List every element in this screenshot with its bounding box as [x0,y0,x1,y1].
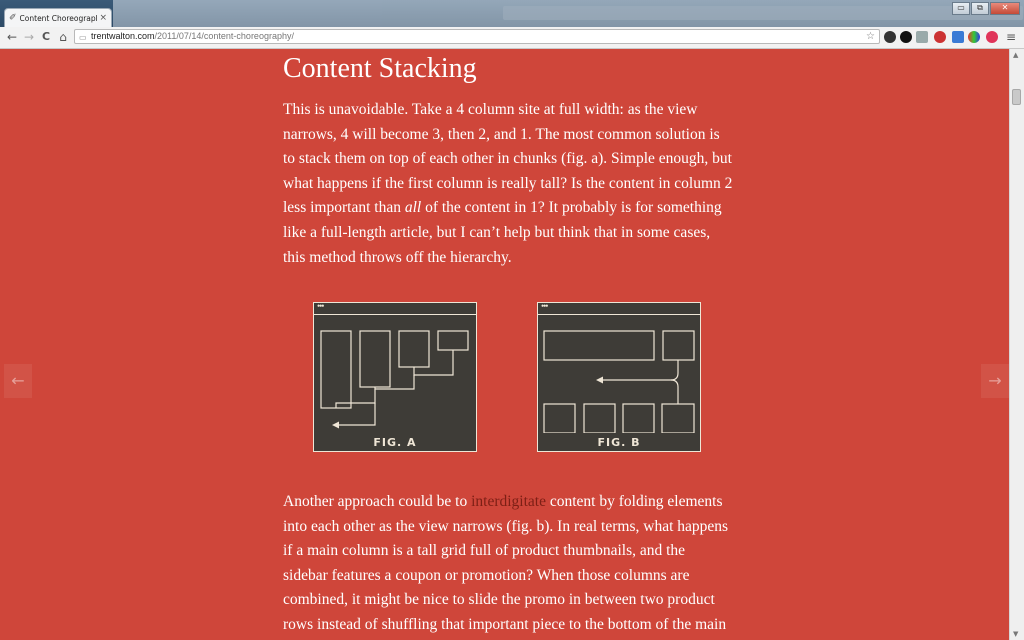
paragraph-text: Another approach could be to [283,493,472,510]
window-dots: ••• [541,301,549,311]
emphasis-all: all [404,199,422,217]
reload-button[interactable]: C [38,29,54,45]
forward-button[interactable]: → [21,29,37,45]
extension-blue-icon[interactable] [952,31,964,43]
browser-toolbar: ← → C ⌂ ▭ trentwalton.com/2011/07/14/con… [0,27,1024,49]
minimize-button[interactable]: ▭ [952,2,970,15]
prev-article-arrow[interactable]: ← [4,364,32,398]
tab-content-choreography[interactable]: ✐ Content Choreography | T × [4,8,112,27]
paragraph-text: content by folding elements into each ot… [283,493,729,633]
page-viewport: ← → Content Stacking This is unavoidable… [0,49,1009,640]
background-window-omnibox [503,6,1023,20]
browser-bar-illustration: ••• [314,301,476,315]
interdigitate-link[interactable]: interdigitate [471,493,546,510]
extension-speaker-icon[interactable] [916,31,928,43]
scrollbar-thumb[interactable] [1012,89,1021,105]
tw-logo-icon: ✐ [9,13,17,23]
maximize-button[interactable]: ⧉ [971,2,989,15]
figure-b: ••• FIG. B [537,301,701,452]
address-bar[interactable]: ▭ trentwalton.com/2011/07/14/content-cho… [74,29,880,44]
scroll-down-icon[interactable]: ▼ [1013,630,1018,638]
extension-red-icon[interactable] [934,31,946,43]
tab-title: Content Choreography | T [19,13,98,23]
section-heading: Content Stacking [283,53,477,84]
chrome-menu-icon[interactable]: ≡ [1003,29,1019,45]
extension-dark-icon[interactable] [900,31,912,43]
browser-bar-illustration: ••• [538,301,700,315]
vertical-scrollbar[interactable]: ▲ ▼ [1009,49,1024,640]
extension-color-icon[interactable] [968,31,980,43]
tab-close-icon[interactable]: × [99,13,107,23]
page-icon: ▭ [79,33,87,42]
home-button[interactable]: ⌂ [55,29,71,45]
bookmark-star-icon[interactable]: ☆ [866,30,875,43]
figure-a: ••• FIG. A [313,301,477,452]
background-window [113,0,1024,27]
paragraph-stacking: This is unavoidable. Take a 4 column sit… [283,98,733,270]
window-close-button[interactable]: ✕ [990,2,1020,15]
window-controls: ▭ ⧉ ✕ [952,2,1020,15]
url-path: /2011/07/14/content-choreography/ [154,31,294,41]
extension-clock-icon[interactable] [884,31,896,43]
paragraph-interdigitate: Another approach could be to interdigita… [283,490,733,640]
scroll-up-icon[interactable]: ▲ [1013,51,1018,59]
extension-pink-icon[interactable] [986,31,998,43]
stacking-diagram [320,330,469,429]
back-button[interactable]: ← [4,29,20,45]
interdigitate-diagram [543,330,695,433]
figure-a-caption: FIG. A [373,436,417,449]
window-dots: ••• [317,301,325,311]
url-domain: trentwalton.com [91,31,155,41]
figure-b-caption: FIG. B [597,436,641,449]
tab-strip: ✐ Content Choreography | T × ▭ ⧉ ✕ [0,0,1024,27]
next-article-arrow[interactable]: → [981,364,1009,398]
